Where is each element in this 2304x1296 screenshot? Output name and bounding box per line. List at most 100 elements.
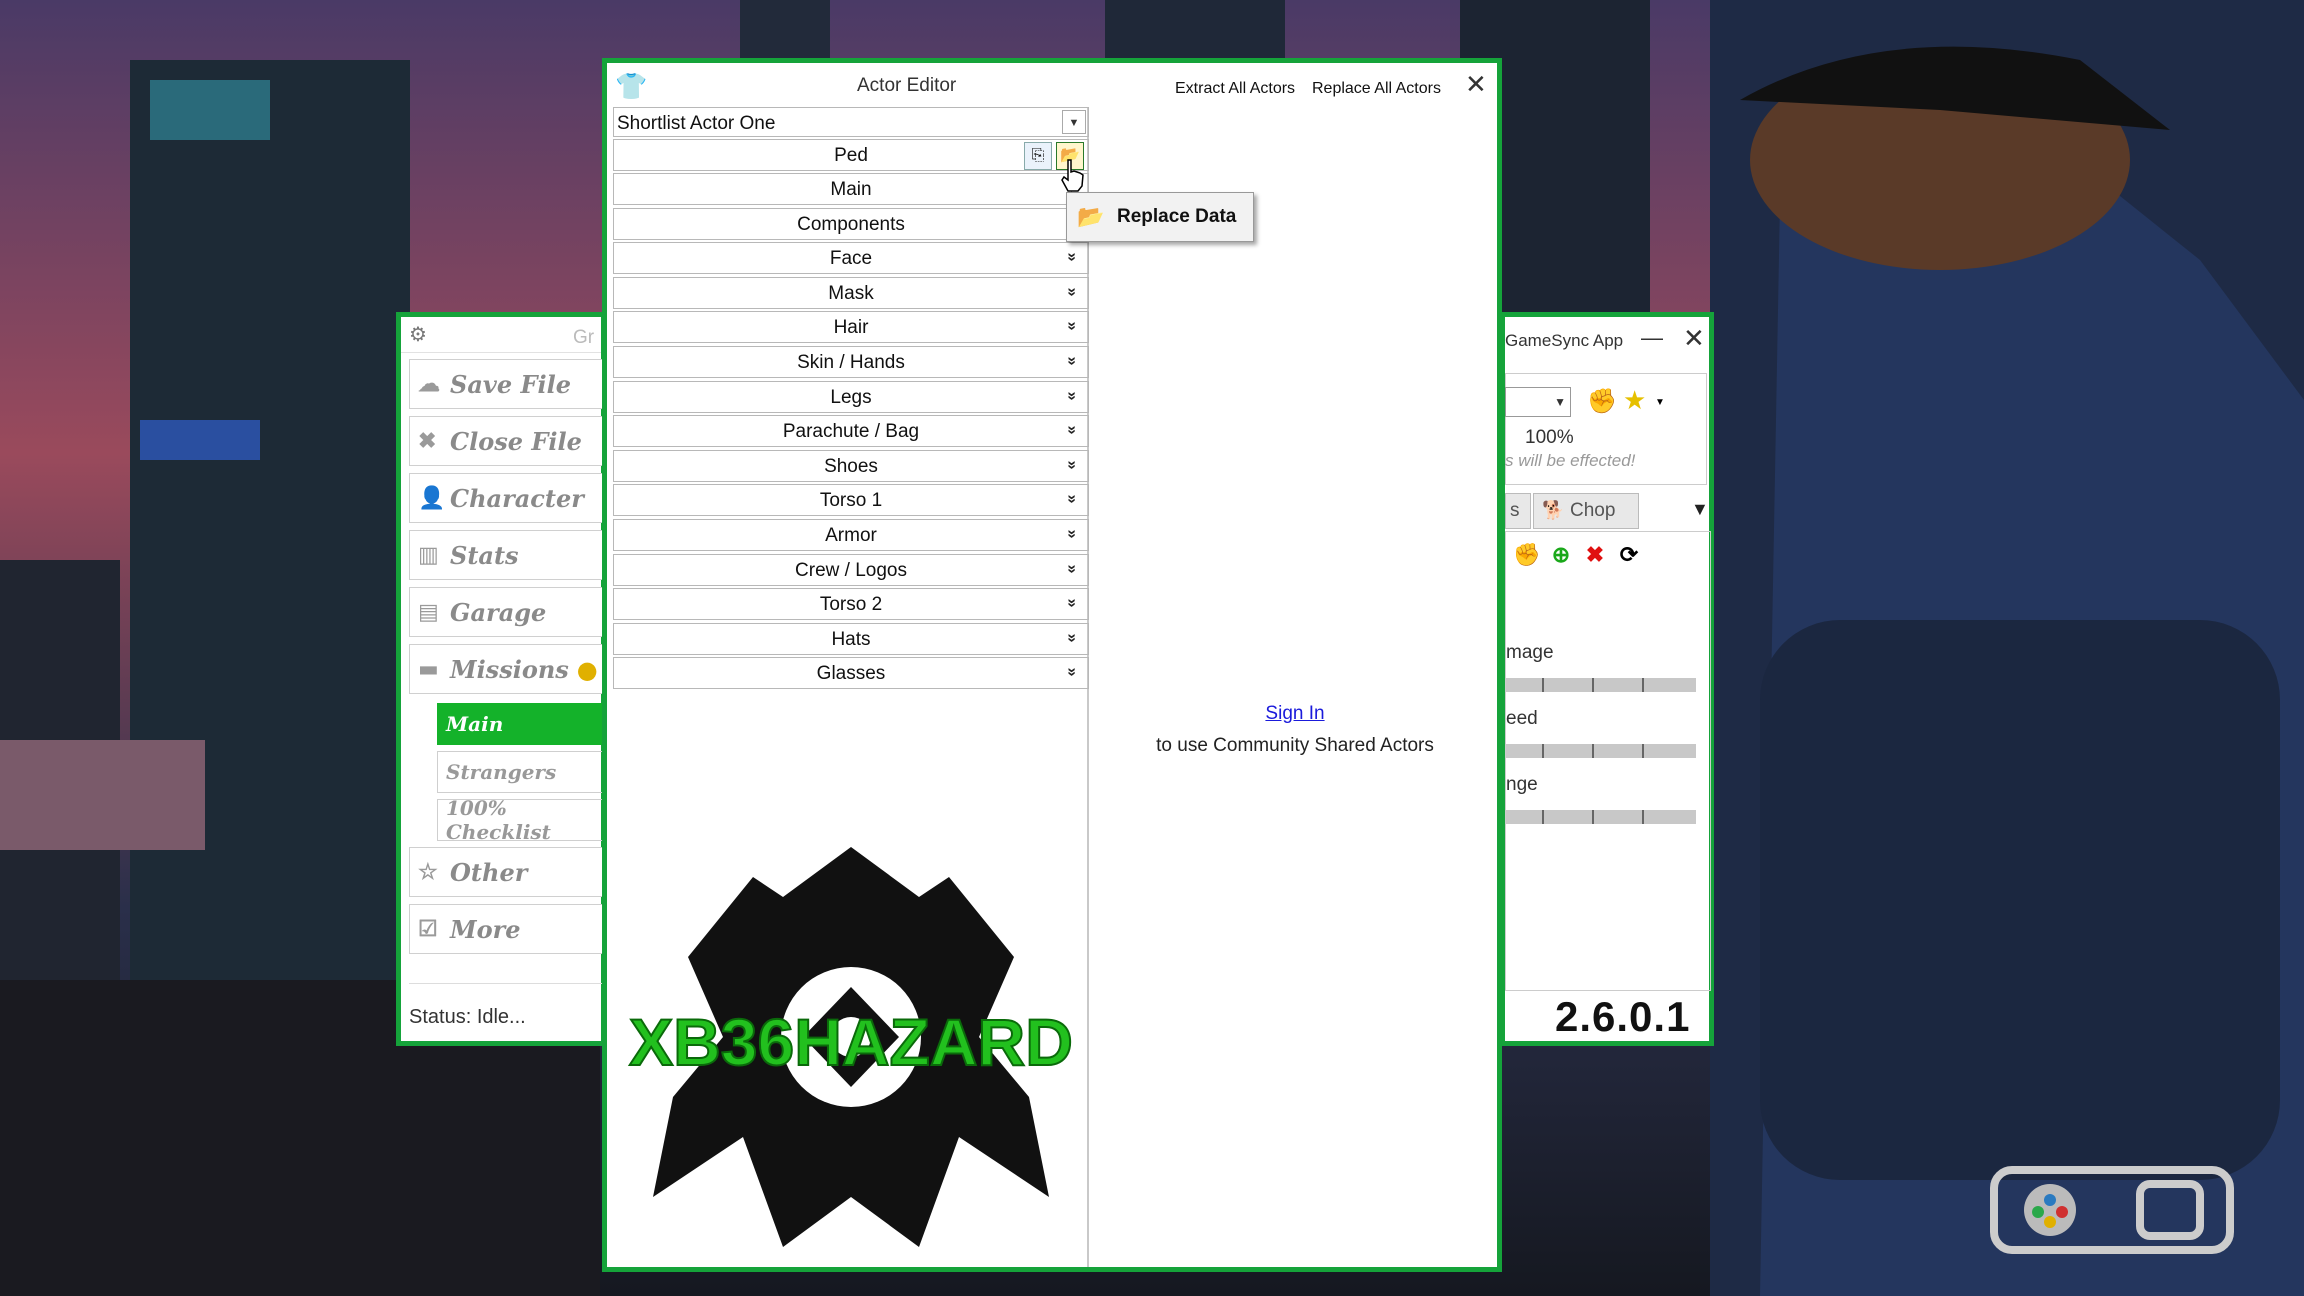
delete-icon[interactable]: ✖ (1580, 540, 1610, 570)
expand-chevron-icon[interactable]: » (1063, 495, 1081, 504)
expand-chevron-icon[interactable]: » (1063, 253, 1081, 262)
gamesync-title: GameSync App (1505, 331, 1624, 350)
cloud-icon: ☁ (418, 371, 440, 397)
tabs-dropdown-icon[interactable]: ▼ (1691, 499, 1709, 520)
expand-chevron-icon[interactable]: » (1063, 633, 1081, 642)
effected-note: s will be effected! (1505, 451, 1636, 470)
save-editor-titlebar: ⚙ Gr (401, 317, 601, 353)
fist-icon[interactable]: ✊ (1587, 387, 1617, 416)
stat-label-3: nge (1506, 774, 1538, 795)
percent-value: 100% (1525, 427, 1574, 448)
tab-chop[interactable]: 🐕 Chop (1533, 493, 1639, 529)
section-label: Mask (828, 282, 874, 304)
section-label: Face (829, 248, 873, 270)
section-mask[interactable]: Mask » (613, 276, 1089, 309)
expand-chevron-icon[interactable]: » (1063, 322, 1081, 331)
section-label: Hats (831, 628, 871, 650)
expand-chevron-icon[interactable]: » (1063, 460, 1081, 469)
expand-chevron-icon[interactable]: » (1063, 599, 1081, 608)
panel-toolbar: ✊ ⊕ ✖ ⟳ (1512, 540, 1644, 570)
section-components[interactable]: Components (613, 207, 1089, 240)
close-x-icon: ✖ (418, 428, 437, 454)
stat-slider-1[interactable] (1506, 678, 1696, 692)
refresh-icon[interactable]: ⟳ (1614, 540, 1644, 570)
stat-slider-3[interactable] (1506, 810, 1696, 824)
menu-missions[interactable]: ▬ Missions ● (409, 644, 605, 694)
ped-header: Ped ⎘ 📂 (613, 139, 1089, 171)
stat-slider-2[interactable] (1506, 744, 1696, 758)
submenu-main[interactable]: Main (437, 703, 607, 745)
tab-strip: s 🐕 Chop ▼ (1505, 493, 1715, 529)
option-select[interactable]: ▼ (1505, 387, 1571, 417)
section-glasses[interactable]: Glasses » (613, 657, 1089, 690)
actor-select-value: Shortlist Actor One (617, 113, 776, 134)
section-label: Hair (833, 317, 869, 339)
section-hair[interactable]: Hair » (613, 311, 1089, 344)
section-shoes[interactable]: Shoes » (613, 449, 1089, 482)
section-torso-1[interactable]: Torso 1 » (613, 484, 1089, 517)
section-face[interactable]: Face » (613, 242, 1089, 275)
menu-stats[interactable]: ▥ Stats (409, 530, 605, 580)
save-editor-window: ⚙ Gr ☁ Save File ✖ Close File 👤 Character ▥… (396, 312, 609, 1046)
actor-editor-title: Actor Editor (857, 75, 957, 96)
section-label: Legs (830, 386, 872, 408)
expand-chevron-icon[interactable]: » (1063, 530, 1081, 539)
coin-icon: ● (576, 654, 598, 684)
replace-data-popup[interactable]: 📂 Replace Data (1066, 192, 1254, 242)
checkbox-icon: ☑ (418, 916, 438, 942)
fist-icon[interactable]: ✊ (1512, 540, 1542, 570)
submenu-strangers[interactable]: Strangers (437, 751, 607, 793)
menu-character[interactable]: 👤 Character (409, 473, 605, 523)
section-label: Armor (825, 525, 877, 546)
menu-close-file[interactable]: ✖ Close File (409, 416, 605, 466)
close-button[interactable]: ✕ (1465, 69, 1487, 100)
section-main[interactable]: Main» (613, 173, 1089, 205)
actor-select-dropdown[interactable]: Shortlist Actor One ▼ (613, 107, 1089, 137)
watermark-logo (1990, 1166, 2234, 1254)
section-label: Glasses (816, 663, 886, 685)
replace-all-actors-link[interactable]: Replace All Actors (1312, 80, 1441, 98)
section-armor[interactable]: Armor » (613, 519, 1089, 551)
section-parachute-bag[interactable]: Parachute / Bag » (613, 415, 1089, 448)
actor-sections-panel: Shortlist Actor One ▼ Ped ⎘ 📂 Main» Compo… (613, 107, 1089, 1267)
chevron-down-icon: ▼ (1554, 395, 1566, 409)
menu-more[interactable]: ☑ More (409, 904, 605, 954)
sign-in-link[interactable]: Sign In (1093, 703, 1497, 725)
expand-chevron-icon[interactable]: » (1063, 426, 1081, 435)
menu-save-file[interactable]: ☁ Save File (409, 359, 605, 409)
expand-chevron-icon[interactable]: » (1063, 391, 1081, 400)
minimize-button[interactable]: — (1641, 325, 1663, 351)
star-icon: ☆ (418, 859, 438, 885)
menu-other[interactable]: ☆ Other (409, 847, 605, 897)
replace-data-label: Replace Data (1117, 206, 1237, 227)
submenu-checklist[interactable]: 100% Checklist (437, 796, 607, 844)
add-icon[interactable]: ⊕ (1546, 540, 1576, 570)
section-hats[interactable]: Hats » (613, 622, 1089, 655)
expand-chevron-icon[interactable]: » (1063, 564, 1081, 573)
star-dropdown-icon[interactable]: ▼ (1655, 397, 1665, 408)
status-text: Status: Idle... (409, 983, 609, 1041)
save-editor-title: Gr (573, 327, 595, 348)
stats-panel: ✊ ⊕ ✖ ⟳ mage eed nge (1505, 531, 1711, 991)
dog-icon: 🐕 (1542, 500, 1565, 520)
expand-chevron-icon[interactable]: » (1063, 357, 1081, 366)
tab-previous[interactable]: s (1505, 493, 1531, 529)
section-torso-2[interactable]: Torso 2 » (613, 588, 1089, 621)
section-skin-hands[interactable]: Skin / Hands » (613, 346, 1089, 378)
hand-cursor-icon (1061, 159, 1084, 192)
section-crew-logos[interactable]: Crew / Logos » (613, 553, 1089, 586)
extract-all-actors-link[interactable]: Extract All Actors (1175, 80, 1295, 98)
chevron-down-icon[interactable]: ▼ (1062, 110, 1086, 134)
garage-icon: ▤ (418, 599, 439, 625)
star-icon[interactable]: ★ (1623, 385, 1646, 416)
expand-chevron-icon[interactable]: » (1063, 287, 1081, 296)
xb36hazard-logo: XB36HAZARD (628, 847, 1074, 1247)
expand-chevron-icon[interactable]: » (1063, 668, 1081, 677)
section-label: Components (797, 213, 905, 235)
community-panel: Sign In to use Community Shared Actors (1093, 107, 1497, 1267)
close-button[interactable]: ✕ (1683, 323, 1705, 354)
section-legs[interactable]: Legs » (613, 380, 1089, 413)
copy-data-icon[interactable]: ⎘ (1024, 142, 1052, 170)
menu-garage[interactable]: ▤ Garage (409, 587, 605, 637)
section-label: Parachute / Bag (782, 421, 920, 443)
